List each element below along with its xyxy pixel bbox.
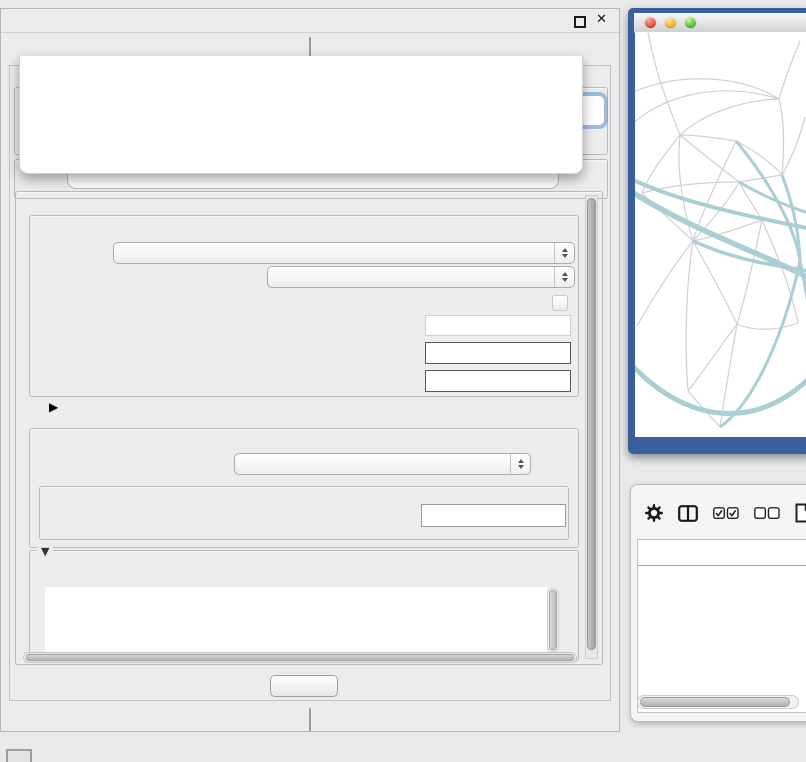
network-graph [635,32,806,437]
split-columns-icon[interactable] [678,505,698,522]
float-window-icon[interactable] [574,16,586,28]
dpi-tolerance-field[interactable] [425,342,571,364]
scrollbar-thumb[interactable] [640,697,790,707]
dropdown-placeholder [20,56,582,75]
list-scrollbar[interactable] [547,588,559,652]
aracne-mode-select[interactable] [113,242,575,264]
apply-button[interactable] [270,675,338,697]
kernel-width-field[interactable] [425,315,571,336]
settings-horizontal-scrollbar[interactable] [23,652,577,663]
minimized-panel-icon[interactable] [6,749,32,762]
mi-steps-field[interactable] [425,370,571,392]
spinner-arrows-icon [554,243,574,263]
network-edges [635,32,805,427]
group-title: ▼ [37,543,53,558]
control-panel-titlebar: ✕ [1,9,619,33]
expand-arrow-icon: ▶ [49,400,58,414]
mi-algorithm-type-select[interactable] [267,266,575,288]
manual-kernel-checkbox[interactable] [552,295,568,311]
spinner-arrows-icon [554,267,574,287]
table-horizontal-scrollbar[interactable] [637,695,799,709]
new-table-icon[interactable] [795,503,806,523]
deselect-all-checkboxes-icon[interactable] [754,507,780,520]
scrollbar-thumb[interactable] [26,654,574,661]
scrollbar-thumb[interactable] [587,198,596,650]
mac-minimize-icon[interactable] [665,17,676,28]
network-edges-highlighted [635,141,806,427]
mac-close-icon[interactable] [645,17,656,28]
network-canvas[interactable] [635,32,806,437]
gear-icon[interactable] [645,504,663,522]
which-threshold-select[interactable] [234,453,531,475]
network-window-titlebar [634,13,806,33]
algorithm-dropdown-list [19,56,583,174]
network-view-window [628,8,806,454]
close-icon[interactable]: ✕ [596,12,607,27]
tab-group [309,708,311,731]
spinner-arrows-icon [510,454,530,474]
hub-definition-toggle[interactable]: ▶ [41,400,58,414]
settings-vertical-scrollbar[interactable] [585,195,598,659]
bottom-tab-bar [1,708,619,731]
control-panel-window: ✕ [0,8,620,732]
select-all-checkboxes-icon[interactable] [713,507,739,520]
mi-threshold-field[interactable] [421,504,566,527]
node-table [637,539,806,713]
data-attributes-list[interactable] [45,587,547,653]
mac-zoom-icon[interactable] [685,17,696,28]
collapse-arrow-icon[interactable]: ▼ [41,545,49,558]
table-toolbar [645,497,806,529]
scrollbar-thumb[interactable] [549,590,557,650]
table-header-row [638,540,806,566]
table-panel-window [630,484,806,722]
screen: ✕ [0,0,806,762]
